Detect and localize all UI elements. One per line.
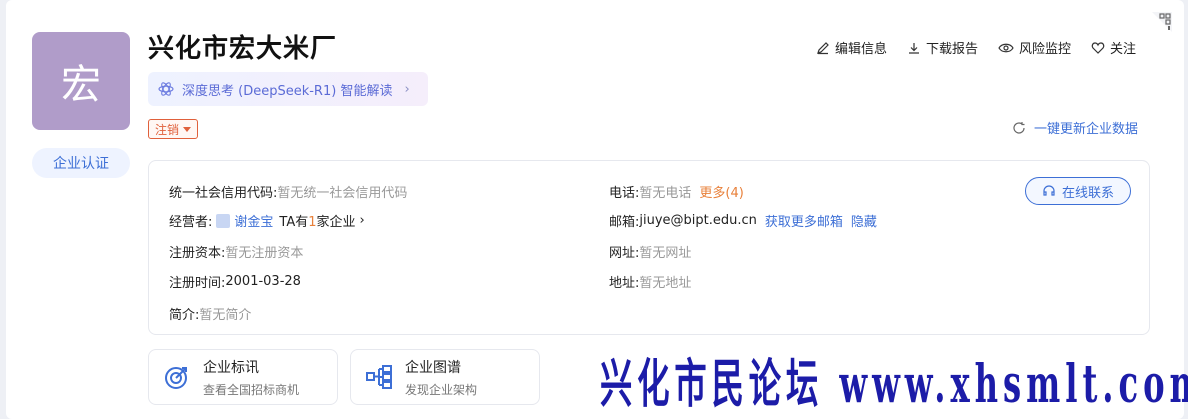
basic-info-panel: 统一社会信用代码: 暂无统一社会信用代码 经营者: 谢金宝 TA有1家企业 › … [148, 160, 1150, 335]
download-report-button[interactable]: 下载报告 [907, 38, 978, 57]
action-toolbar: 编辑信息 下载报告 风险监控 关注 [816, 38, 1136, 57]
refresh-data-label: 一键更新企业数据 [1034, 122, 1139, 137]
online-contact-label: 在线联系 [1061, 185, 1114, 201]
operator-companies-link[interactable]: TA有1家企业 [279, 211, 355, 230]
risk-monitor-label: 风险监控 [1019, 42, 1072, 57]
edit-info-label: 编辑信息 [835, 42, 888, 57]
intro-label: 简介: [169, 308, 200, 323]
phone-row: 电话: 暂无电话 更多(4) [609, 182, 744, 201]
ai-interpret-chip[interactable]: 深度思考 (DeepSeek-R1) 智能解读 › [148, 72, 428, 106]
operator-name-link[interactable]: 谢金宝 [234, 211, 273, 230]
enterprise-graph-subtitle: 发现企业架构 [405, 382, 478, 397]
refresh-icon [1013, 121, 1025, 134]
intro-row: 简介: 暂无简介 [169, 304, 251, 323]
headset-icon [1043, 185, 1055, 196]
edit-info-button[interactable]: 编辑信息 [816, 38, 887, 57]
enterprise-graph-card[interactable]: 企业图谱 发现企业架构 [350, 349, 540, 405]
chevron-right-icon: › [404, 81, 410, 97]
email-row: 邮箱: jiuye@bipt.edu.cn 获取更多邮箱 隐藏 [609, 211, 877, 230]
bid-info-title: 企业标讯 [203, 359, 259, 376]
operator-avatar [216, 213, 231, 228]
website-label: 网址: [609, 246, 640, 261]
company-name: 兴化市宏大米厂 [148, 34, 338, 64]
reg-time-label: 注册时间: [169, 276, 226, 291]
atom-icon [158, 82, 174, 96]
online-contact-button[interactable]: 在线联系 [1025, 177, 1131, 205]
reg-time-value: 2001-03-28 [225, 274, 301, 289]
operator-row: 经营者: 谢金宝 TA有1家企业 › [169, 211, 365, 230]
bid-info-subtitle: 查看全国招标商机 [203, 382, 300, 397]
email-label: 邮箱: [609, 215, 640, 230]
more-email-link[interactable]: 获取更多邮箱 [765, 211, 843, 230]
eye-icon [998, 43, 1014, 52]
capital-row: 注册资本: 暂无注册资本 [169, 242, 303, 261]
capital-label: 注册资本: [169, 246, 226, 261]
follow-label: 关注 [1110, 42, 1137, 57]
capital-value: 暂无注册资本 [225, 246, 304, 261]
risk-monitor-button[interactable]: 风险监控 [998, 38, 1071, 57]
phone-more-link[interactable]: 更多(4) [699, 182, 743, 201]
download-report-label: 下载报告 [926, 42, 979, 57]
credit-code-label: 统一社会信用代码: [169, 186, 278, 201]
website-value: 暂无网址 [639, 246, 692, 261]
enterprise-graph-title: 企业图谱 [405, 359, 461, 376]
phone-value: 暂无电话 [639, 186, 692, 201]
address-value: 暂无地址 [639, 276, 692, 291]
credit-code-row: 统一社会信用代码: 暂无统一社会信用代码 [169, 182, 407, 201]
caret-down-icon [183, 126, 192, 132]
ai-chip-label: 深度思考 (DeepSeek-R1) 智能解读 [182, 83, 393, 99]
credit-code-value: 暂无统一社会信用代码 [277, 186, 408, 201]
heart-icon [1091, 41, 1105, 54]
follow-button[interactable]: 关注 [1091, 38, 1136, 57]
company-logo: 宏 [32, 32, 130, 130]
address-row: 地址: 暂无地址 [609, 272, 691, 291]
pencil-icon [817, 41, 829, 54]
qrcode-corner-icon[interactable] [1150, 10, 1174, 34]
status-badge[interactable]: 注销 [148, 119, 199, 139]
chevron-right-icon: › [359, 213, 365, 228]
target-icon [165, 367, 187, 389]
status-label: 注销 [155, 122, 180, 137]
forum-watermark: 兴化市民论坛 www.xhsmlt.com [600, 354, 1188, 415]
hide-email-link[interactable]: 隐藏 [851, 211, 877, 230]
download-icon [909, 42, 920, 54]
email-value: jiuye@bipt.edu.cn [639, 213, 757, 228]
reg-time-row: 注册时间: 2001-03-28 [169, 272, 301, 291]
org-chart-icon [366, 365, 392, 389]
phone-label: 电话: [609, 186, 640, 201]
enterprise-cert-button[interactable]: 企业认证 [32, 148, 130, 178]
bid-info-card[interactable]: 企业标讯 查看全国招标商机 [148, 349, 338, 405]
refresh-data-link[interactable]: 一键更新企业数据 [1012, 118, 1138, 137]
intro-value: 暂无简介 [199, 308, 252, 323]
website-row: 网址: 暂无网址 [609, 242, 691, 261]
address-label: 地址: [609, 276, 640, 291]
operator-label: 经营者: [169, 215, 213, 230]
